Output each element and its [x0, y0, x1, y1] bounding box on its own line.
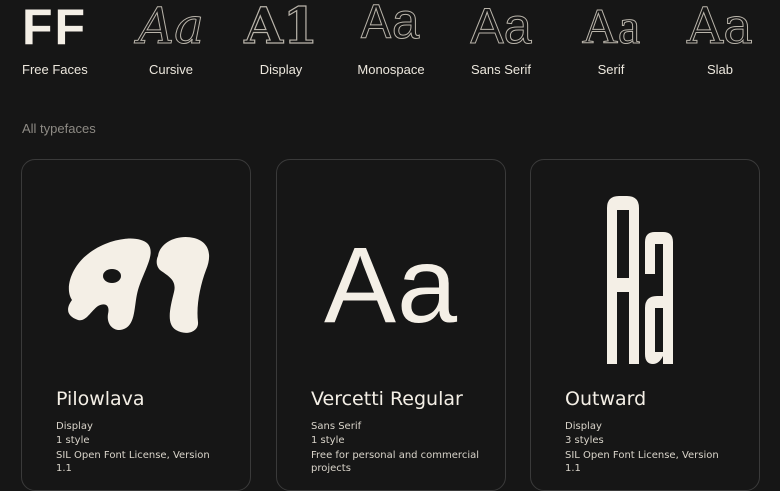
- typeface-sample: [22, 190, 250, 380]
- category-display[interactable]: A1 Display: [231, 0, 331, 90]
- cursive-sample-icon: Aa: [121, 0, 221, 56]
- typeface-name: Vercetti Regular: [311, 388, 463, 410]
- typeface-license: SIL Open Font License, Version 1.1: [565, 450, 719, 474]
- typeface-card-outward[interactable]: Outward Display 3 styles SIL Open Font L…: [530, 159, 760, 491]
- serif-sample-icon: Aa: [561, 0, 661, 56]
- category-label: Serif: [597, 62, 625, 77]
- outward-glyph-icon: [607, 196, 673, 364]
- slab-sample-icon: Aa: [670, 0, 770, 56]
- free-faces-logo: FF: [22, 0, 122, 56]
- typeface-card-pilowlava[interactable]: Pilowlava Display 1 style SIL Open Font …: [21, 159, 251, 491]
- typeface-license: Free for personal and commercial project…: [311, 450, 480, 474]
- category-label: Cursive: [148, 62, 194, 77]
- category-label: Slab: [706, 62, 734, 77]
- category-serif[interactable]: Aa Serif: [561, 0, 661, 90]
- category-slab[interactable]: Aa Slab: [670, 0, 770, 90]
- typeface-styles: 1 style: [56, 435, 90, 446]
- typeface-styles: 3 styles: [565, 435, 604, 446]
- pilowlava-glyph-icon: [68, 236, 210, 333]
- typeface-category: Display: [565, 421, 602, 432]
- category-label: Display: [259, 62, 303, 77]
- slab-glyph: Aa: [687, 0, 754, 55]
- category-sans-serif[interactable]: Aa Sans Serif: [451, 0, 551, 90]
- display-glyph: A1: [244, 0, 319, 55]
- typeface-name: Pilowlava: [56, 388, 145, 410]
- typeface-sample: Aa: [277, 190, 505, 380]
- free-faces-glyph: FF: [22, 0, 88, 55]
- typeface-category: Display: [56, 421, 93, 432]
- category-label: Sans Serif: [471, 62, 531, 77]
- monospace-sample-icon: Aa: [341, 0, 441, 56]
- cursive-glyph: Aa: [138, 0, 205, 55]
- category-cursive[interactable]: Aa Cursive: [121, 0, 221, 90]
- typeface-card-vercetti-regular[interactable]: Aa Vercetti Regular Sans Serif 1 style F…: [276, 159, 506, 491]
- category-monospace[interactable]: Aa Monospace: [341, 0, 441, 90]
- typeface-styles: 1 style: [311, 435, 345, 446]
- typeface-sample: [531, 186, 759, 376]
- display-sample-icon: A1: [231, 0, 331, 56]
- sans-serif-sample-icon: Aa: [451, 0, 551, 56]
- typeface-name: Outward: [565, 388, 647, 410]
- category-label: Free Faces: [22, 62, 88, 77]
- vercetti-glyph-icon: Aa: [323, 224, 459, 345]
- section-heading: All typefaces: [22, 121, 96, 136]
- category-free-faces[interactable]: FF Free Faces: [22, 0, 122, 90]
- monospace-glyph: Aa: [360, 0, 421, 54]
- category-nav: FF Free Faces Aa Cursive A1 Display Aa M…: [0, 0, 780, 90]
- serif-glyph: Aa: [581, 0, 641, 54]
- typeface-license: SIL Open Font License, Version 1.1: [56, 450, 210, 474]
- typeface-category: Sans Serif: [311, 421, 362, 432]
- category-label: Monospace: [357, 62, 425, 77]
- sans-serif-glyph: Aa: [470, 0, 532, 54]
